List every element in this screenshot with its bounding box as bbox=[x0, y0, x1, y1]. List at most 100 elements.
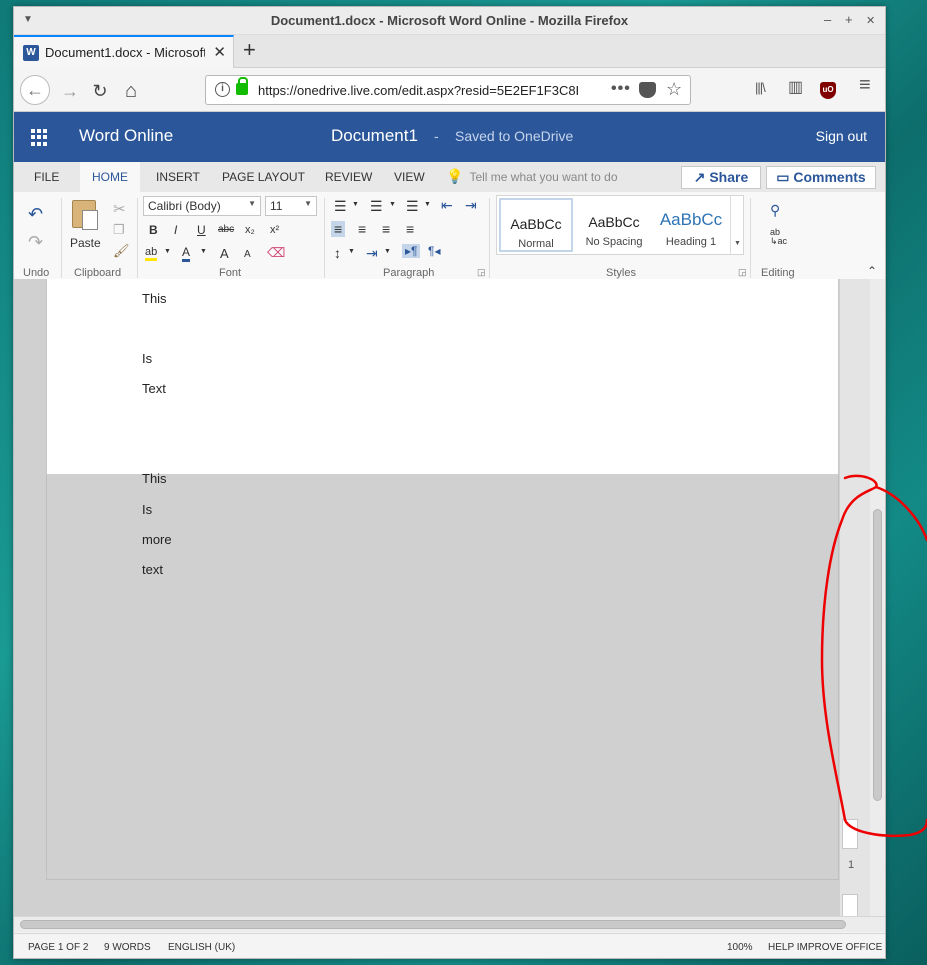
back-icon[interactable]: ← bbox=[20, 75, 50, 105]
chevron-down-icon[interactable]: ▼ bbox=[384, 248, 391, 255]
app-name[interactable]: Word Online bbox=[79, 126, 173, 146]
ublock-icon[interactable]: uO bbox=[820, 82, 836, 99]
line-spacing-icon[interactable]: ↕ bbox=[334, 245, 341, 261]
sidebar-icon[interactable]: ▥ bbox=[788, 77, 803, 97]
vertical-scroll-thumb[interactable] bbox=[873, 509, 882, 801]
copy-icon[interactable]: ❐ bbox=[113, 222, 125, 238]
tab-insert[interactable]: INSERT bbox=[156, 170, 200, 184]
underline-button[interactable]: U bbox=[197, 223, 206, 237]
close-window-icon[interactable]: ✕ bbox=[866, 14, 875, 27]
chevron-down-icon[interactable]: ▼ bbox=[352, 201, 359, 208]
info-icon[interactable]: i bbox=[215, 82, 230, 97]
tell-me-box[interactable]: 💡 Tell me what you want to do bbox=[446, 168, 618, 185]
page-actions-icon[interactable]: ••• bbox=[611, 80, 631, 98]
document-line[interactable]: This bbox=[142, 471, 167, 486]
page-thumbnail[interactable] bbox=[842, 894, 858, 916]
redo-icon[interactable]: ↷ bbox=[28, 232, 43, 253]
clear-formatting-icon[interactable]: ⌫ bbox=[267, 245, 285, 261]
strikethrough-button[interactable]: abc bbox=[218, 224, 234, 235]
page-count-status[interactable]: PAGE 1 OF 2 bbox=[28, 942, 88, 953]
horizontal-scrollbar[interactable] bbox=[14, 916, 885, 932]
align-right-icon[interactable]: ≡ bbox=[382, 221, 390, 237]
document-area[interactable]: This Is Text This Is more text 1 bbox=[14, 279, 885, 916]
vertical-scrollbar[interactable] bbox=[870, 279, 885, 916]
document-name[interactable]: Document1 bbox=[331, 126, 418, 146]
bullets-icon[interactable]: ☰ bbox=[334, 198, 347, 215]
font-name-select[interactable]: Calibri (Body) ▼ bbox=[143, 196, 261, 216]
app-launcher-icon[interactable] bbox=[31, 129, 48, 146]
tab-close-icon[interactable]: ✕ bbox=[213, 43, 226, 61]
dialog-launcher-icon[interactable]: ◲ bbox=[477, 267, 486, 278]
superscript-button[interactable]: x² bbox=[270, 224, 279, 236]
bookmark-star-icon[interactable]: ☆ bbox=[666, 79, 682, 100]
align-center-icon[interactable]: ≡ bbox=[358, 221, 366, 237]
chevron-down-icon[interactable]: ▼ bbox=[389, 201, 396, 208]
tab-review[interactable]: REVIEW bbox=[325, 170, 372, 184]
style-no-spacing[interactable]: AaBbCc No Spacing bbox=[577, 198, 651, 252]
library-icon[interactable]: |||\ bbox=[755, 80, 766, 95]
document-line[interactable]: This bbox=[142, 291, 167, 306]
pocket-icon[interactable] bbox=[639, 82, 656, 98]
highlight-icon[interactable]: ab bbox=[145, 246, 158, 261]
forward-icon[interactable]: → bbox=[56, 77, 84, 105]
sign-out-link[interactable]: Sign out bbox=[816, 128, 867, 144]
page-thumbnail[interactable] bbox=[842, 819, 858, 849]
comments-button[interactable]: ▭ Comments bbox=[766, 166, 876, 189]
grow-font-icon[interactable]: A bbox=[220, 246, 229, 261]
decrease-indent-icon[interactable]: ⇤ bbox=[441, 197, 453, 214]
document-line[interactable]: text bbox=[142, 562, 163, 577]
chevron-down-icon[interactable]: ▼ bbox=[164, 248, 171, 255]
shrink-font-icon[interactable]: A bbox=[244, 249, 251, 260]
new-tab-icon[interactable]: + bbox=[243, 37, 256, 63]
find-icon[interactable]: ⚲ bbox=[770, 202, 780, 219]
document-line[interactable]: Text bbox=[142, 381, 166, 396]
zoom-status[interactable]: 100% bbox=[727, 942, 753, 953]
document-line[interactable]: more bbox=[142, 532, 172, 547]
document-line[interactable]: Is bbox=[142, 502, 152, 517]
word-count-status[interactable]: 9 WORDS bbox=[104, 942, 151, 953]
font-color-icon[interactable]: A bbox=[182, 245, 191, 262]
replace-icon[interactable]: ab ↳ac bbox=[770, 228, 787, 246]
tab-page-layout[interactable]: PAGE LAYOUT bbox=[222, 170, 305, 184]
chevron-down-icon[interactable]: ▼ bbox=[348, 248, 355, 255]
bold-button[interactable]: B bbox=[149, 223, 158, 237]
help-improve-link[interactable]: HELP IMPROVE OFFICE bbox=[768, 942, 882, 953]
style-normal[interactable]: AaBbCc Normal bbox=[499, 198, 573, 252]
format-painter-icon[interactable]: 🖌 bbox=[113, 243, 130, 259]
minimize-icon[interactable]: – bbox=[824, 12, 831, 27]
url-text[interactable]: https://onedrive.live.com/edit.aspx?resi… bbox=[258, 83, 578, 98]
share-button[interactable]: ↗ Share bbox=[681, 166, 761, 189]
italic-button[interactable]: I bbox=[174, 223, 177, 237]
increase-indent-icon[interactable]: ⇥ bbox=[465, 197, 477, 214]
tab-file[interactable]: FILE bbox=[34, 170, 59, 184]
chevron-down-icon[interactable]: ▼ bbox=[200, 248, 207, 255]
undo-icon[interactable]: ↶ bbox=[28, 204, 43, 225]
subscript-button[interactable]: x₂ bbox=[245, 224, 255, 236]
browser-tab[interactable]: W Document1.docx - Microsoft Word Online… bbox=[14, 35, 234, 68]
horizontal-scroll-thumb[interactable] bbox=[20, 920, 846, 929]
cut-icon[interactable]: ✂ bbox=[113, 200, 126, 218]
dialog-launcher-icon[interactable]: ◲ bbox=[738, 267, 747, 278]
paste-button[interactable]: Paste bbox=[68, 198, 104, 250]
font-size-select[interactable]: 11 ▼ bbox=[265, 196, 317, 216]
reload-icon[interactable]: ↻ bbox=[86, 77, 114, 105]
rtl-icon[interactable]: ¶◂ bbox=[428, 244, 440, 258]
styles-scroll[interactable]: ▼ bbox=[730, 196, 743, 254]
chevron-down-icon[interactable]: ▼ bbox=[424, 201, 431, 208]
document-page[interactable] bbox=[46, 279, 839, 474]
ltr-icon[interactable]: ▸¶ bbox=[402, 244, 421, 258]
maximize-icon[interactable]: + bbox=[845, 12, 853, 27]
tab-view[interactable]: VIEW bbox=[394, 170, 425, 184]
url-bar[interactable]: i https://onedrive.live.com/edit.aspx?re… bbox=[205, 75, 691, 105]
document-line[interactable]: Is bbox=[142, 351, 152, 366]
multilevel-list-icon[interactable]: ☰ bbox=[406, 198, 419, 215]
paragraph-spacing-icon[interactable]: ⇥ bbox=[366, 245, 378, 262]
tab-home[interactable]: HOME bbox=[80, 162, 140, 192]
home-icon[interactable]: ⌂ bbox=[117, 77, 145, 105]
collapse-ribbon-icon[interactable]: ⌃ bbox=[867, 264, 877, 278]
numbering-icon[interactable]: ☰ bbox=[370, 198, 383, 215]
hamburger-menu-icon[interactable]: ≡ bbox=[859, 74, 871, 97]
justify-icon[interactable]: ≡ bbox=[406, 221, 414, 237]
language-status[interactable]: ENGLISH (UK) bbox=[168, 942, 235, 953]
align-left-icon[interactable]: ≡ bbox=[331, 221, 346, 237]
